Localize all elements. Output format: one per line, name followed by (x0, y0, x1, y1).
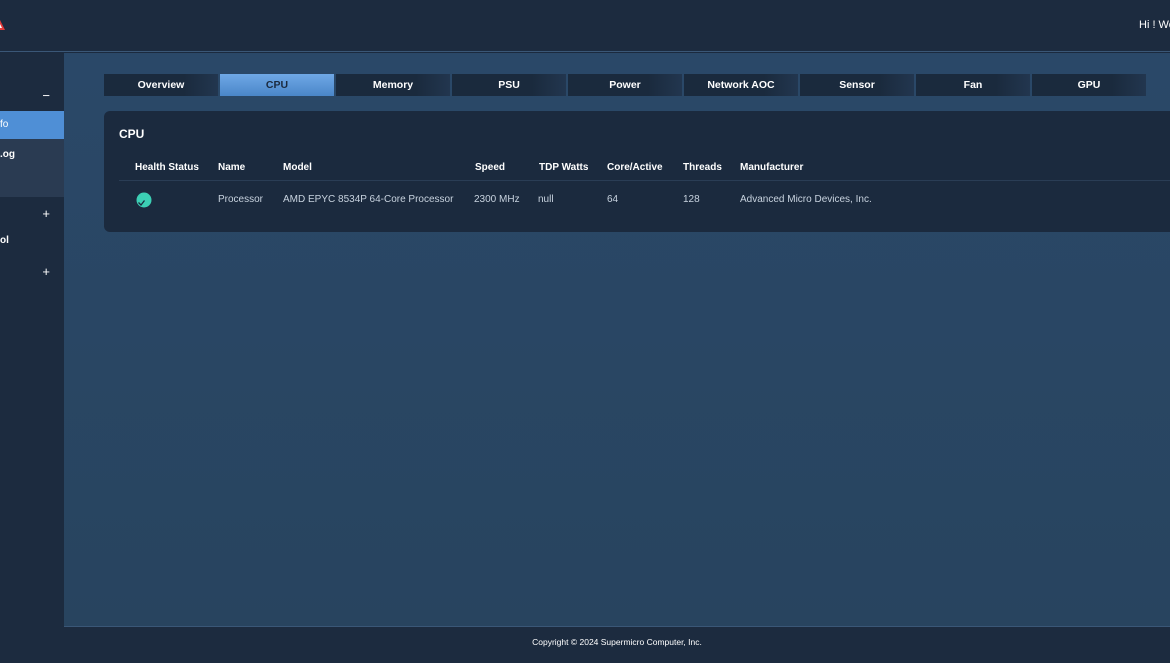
health-ok-icon (136, 192, 152, 208)
column-header-threads: Threads (683, 162, 722, 173)
main-content: Overview CPU Memory PSU Power Network AO… (64, 53, 1170, 626)
sidebar-item-system-info[interactable]: fo (0, 111, 64, 139)
tab-power[interactable]: Power (568, 74, 682, 96)
tab-memory[interactable]: Memory (336, 74, 450, 96)
cell-speed: 2300 MHz (474, 194, 520, 205)
panel-title: CPU (119, 127, 145, 141)
column-header-name: Name (218, 162, 246, 173)
sidebar-item-group-2[interactable]: + (0, 264, 64, 279)
supermicro-logo-icon[interactable] (0, 17, 6, 31)
cpu-panel: CPU Health Status Name Model Speed TDP W… (104, 111, 1170, 232)
footer-left (0, 626, 64, 663)
table-divider (119, 180, 1170, 181)
column-header-model: Model (283, 162, 312, 173)
footer: Copyright © 2024 Supermicro Computer, In… (64, 626, 1170, 663)
cell-tdp: null (538, 194, 554, 205)
sidebar-item-group-1[interactable]: + (0, 206, 64, 221)
column-header-health-status: Health Status (135, 162, 199, 173)
column-header-speed: Speed (475, 162, 506, 173)
sidebar-item-label: fo (0, 119, 9, 130)
tab-fan[interactable]: Fan (916, 74, 1030, 96)
sidebar-item-label: ol (0, 235, 9, 246)
tab-network-aoc[interactable]: Network AOC (684, 74, 798, 96)
tab-psu[interactable]: PSU (452, 74, 566, 96)
expand-icon[interactable]: + (42, 264, 50, 279)
sidebar-item-event-log[interactable]: .og (0, 139, 64, 197)
column-header-core-active: Core/Active (607, 162, 663, 173)
tab-overview[interactable]: Overview (104, 74, 218, 96)
column-header-tdp-watts: TDP Watts (539, 162, 589, 173)
column-header-manufacturer: Manufacturer (740, 162, 804, 173)
cell-model: AMD EPYC 8534P 64-Core Processor (283, 194, 454, 205)
sidebar: − fo .og + ol + (0, 53, 64, 626)
collapse-icon[interactable]: − (42, 88, 50, 103)
cell-name: Processor (218, 194, 264, 205)
tab-sensor[interactable]: Sensor (800, 74, 914, 96)
sidebar-item-label: .og (0, 149, 15, 160)
cell-cores: 64 (607, 194, 619, 205)
cell-manufacturer: Advanced Micro Devices, Inc. (740, 194, 872, 205)
top-bar: Hi ! We (0, 0, 1170, 52)
cell-threads: 128 (683, 194, 700, 205)
expand-icon[interactable]: + (42, 206, 50, 221)
tab-cpu[interactable]: CPU (220, 74, 334, 96)
tab-gpu[interactable]: GPU (1032, 74, 1146, 96)
sidebar-item-remote-control[interactable]: ol (0, 235, 64, 249)
copyright-text: Copyright © 2024 Supermicro Computer, In… (532, 637, 702, 647)
sidebar-item-system[interactable]: − (0, 88, 64, 103)
user-greeting[interactable]: Hi ! We (1139, 19, 1170, 31)
